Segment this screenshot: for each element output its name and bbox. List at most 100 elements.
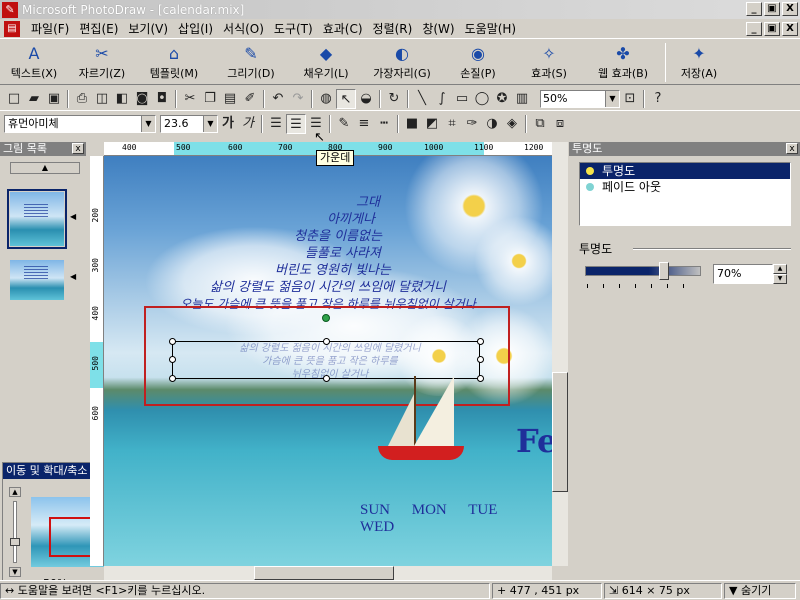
chevron-left-icon[interactable]: ◀ [70, 212, 76, 221]
eyedropper-icon[interactable]: ✑ [462, 114, 482, 134]
save-icon[interactable]: ▣ [44, 89, 64, 109]
autoshape-icon[interactable]: ✪ [492, 89, 512, 109]
close-button[interactable]: X [782, 2, 798, 16]
fill-button[interactable]: ◆ 채우기(L) [290, 41, 362, 84]
bold-button[interactable]: 가 [218, 114, 238, 134]
menu-insert[interactable]: 삽입(I) [173, 20, 218, 37]
help-icon[interactable]: ? [648, 89, 668, 109]
new-icon[interactable]: □ [4, 89, 24, 109]
group-icon[interactable]: ⧉ [530, 114, 550, 134]
sailboat[interactable] [378, 376, 468, 466]
font-select[interactable]: 휴먼아미체 ▼ [4, 115, 156, 133]
close-icon[interactable]: x [72, 143, 84, 154]
minimize-button[interactable]: _ [746, 2, 762, 16]
menu-effects[interactable]: 효과(C) [318, 20, 368, 37]
transparency-value-input[interactable]: 70% [713, 264, 773, 284]
selection-box[interactable] [172, 341, 480, 379]
vertical-scrollbar[interactable] [552, 142, 568, 566]
rotate-icon[interactable]: ↻ [384, 89, 404, 109]
scan-icon[interactable]: ◧ [112, 89, 132, 109]
save-wizard-button[interactable]: ✦ 저장(A) [669, 41, 729, 84]
camera-icon[interactable]: ◘ [152, 89, 172, 109]
digital-camera-icon[interactable]: ◙ [132, 89, 152, 109]
rectangle-icon[interactable]: ▭ [452, 89, 472, 109]
resize-handle[interactable] [477, 338, 484, 345]
close-icon[interactable]: x [786, 143, 798, 154]
print-preview-icon[interactable]: ◫ [92, 89, 112, 109]
copy-icon[interactable]: ❐ [200, 89, 220, 109]
contrast-icon[interactable]: ◑ [482, 114, 502, 134]
doc-close-button[interactable]: X [782, 22, 798, 36]
paste-icon[interactable]: ▤ [220, 89, 240, 109]
transparency-slider[interactable] [585, 266, 701, 276]
edge-button[interactable]: ◐ 가장자리(G) [362, 41, 442, 84]
transparency-slider-thumb[interactable] [659, 262, 669, 280]
scrollbar-thumb[interactable] [552, 372, 568, 492]
dash-style-icon[interactable]: ┅ [374, 114, 394, 134]
resize-handle[interactable] [323, 375, 330, 382]
italic-button[interactable]: 가 [238, 114, 258, 134]
zoom-select[interactable]: 50% ▼ [540, 89, 620, 108]
3d-icon[interactable]: ◩ [422, 114, 442, 134]
resize-handle[interactable] [169, 356, 176, 363]
weekday-labels[interactable]: SUN MON TUE WED [360, 502, 552, 536]
print-icon[interactable]: ⎙ [72, 89, 92, 109]
menu-format[interactable]: 서식(O) [218, 20, 269, 37]
curve-icon[interactable]: ∫ [432, 89, 452, 109]
rotation-handle[interactable] [322, 314, 330, 322]
cut-icon[interactable]: ✂ [180, 89, 200, 109]
align-center-icon[interactable]: ☰ [286, 114, 306, 134]
color-icon[interactable]: ◈ [502, 114, 522, 134]
line-color-icon[interactable]: ✎ [334, 114, 354, 134]
doc-restore-button[interactable]: ▣ [764, 22, 780, 36]
open-icon[interactable]: ▰ [24, 89, 44, 109]
zoom-fit-icon[interactable]: ⊡ [620, 89, 640, 109]
menu-file[interactable]: 파일(F) [26, 20, 74, 37]
menu-arrange[interactable]: 정렬(R) [368, 20, 418, 37]
zoom-slider[interactable]: ▲ ▼ [9, 487, 23, 587]
picture-canvas[interactable]: 그대 아끼게나 청춘을 이름없는 들풀로 사라져 버린도 영원히 빛나는 삶의 … [104, 156, 552, 566]
font-size-select[interactable]: 23.6 ▼ [160, 115, 218, 133]
resize-handle[interactable] [169, 338, 176, 345]
menu-tools[interactable]: 도구(T) [269, 20, 318, 37]
poem-text[interactable]: 그대 아끼게나 청춘을 이름없는 들풀로 사라져 버린도 영원히 빛나는 삶의 … [104, 194, 552, 313]
text-button[interactable]: A 텍스트(X) [0, 41, 68, 84]
crop-tool-icon[interactable]: ⌗ [442, 114, 462, 134]
option-fade-out[interactable]: 페이드 아웃 [580, 179, 790, 195]
resize-handle[interactable] [477, 375, 484, 382]
touchup-button[interactable]: ◉ 손질(P) [442, 41, 514, 84]
draw-button[interactable]: ✎ 그리기(D) [212, 41, 290, 84]
maximize-button[interactable]: ▣ [764, 2, 780, 16]
ellipse-icon[interactable]: ◯ [472, 89, 492, 109]
menu-view[interactable]: 보기(V) [123, 20, 173, 37]
crop-button[interactable]: ✂ 자르기(Z) [68, 41, 136, 84]
spin-down-icon[interactable]: ▼ [773, 274, 787, 284]
text-frame-icon[interactable]: ▥ [512, 89, 532, 109]
resize-handle[interactable] [477, 356, 484, 363]
undo-icon[interactable]: ↶ [268, 89, 288, 109]
menu-window[interactable]: 창(W) [417, 20, 459, 37]
zoom-thumb[interactable] [10, 538, 20, 546]
picture-thumbnail-1[interactable] [7, 189, 67, 249]
resize-handle[interactable] [169, 375, 176, 382]
month-label[interactable]: Fe [516, 422, 552, 460]
document-icon[interactable]: ▤ [4, 20, 20, 37]
picture-thumbnail-2[interactable] [10, 260, 64, 300]
chevron-down-icon[interactable]: ▼ [605, 90, 619, 107]
template-button[interactable]: ⌂ 템플릿(M) [136, 41, 212, 84]
menu-help[interactable]: 도움말(H) [460, 20, 522, 37]
zoom-in-icon[interactable]: ▲ [9, 487, 21, 497]
redo-icon[interactable]: ↷ [288, 89, 308, 109]
align-left-icon[interactable]: ☰ [266, 114, 286, 134]
fill-bucket-icon[interactable]: ◒ [356, 89, 376, 109]
pointer-icon[interactable]: ↖ [336, 88, 356, 109]
web-icon[interactable]: ◍ [316, 89, 336, 109]
format-painter-icon[interactable]: ✐ [240, 89, 260, 109]
scroll-up-button[interactable]: ▲ [10, 162, 80, 174]
resize-handle[interactable] [323, 338, 330, 345]
horizontal-scrollbar[interactable] [104, 566, 552, 580]
scrollbar-thumb[interactable] [254, 566, 394, 580]
shadow-icon[interactable]: ■ [402, 114, 422, 134]
chevron-down-icon[interactable]: ▼ [203, 116, 217, 132]
transparency-spinner[interactable]: ▲ ▼ [773, 264, 787, 284]
